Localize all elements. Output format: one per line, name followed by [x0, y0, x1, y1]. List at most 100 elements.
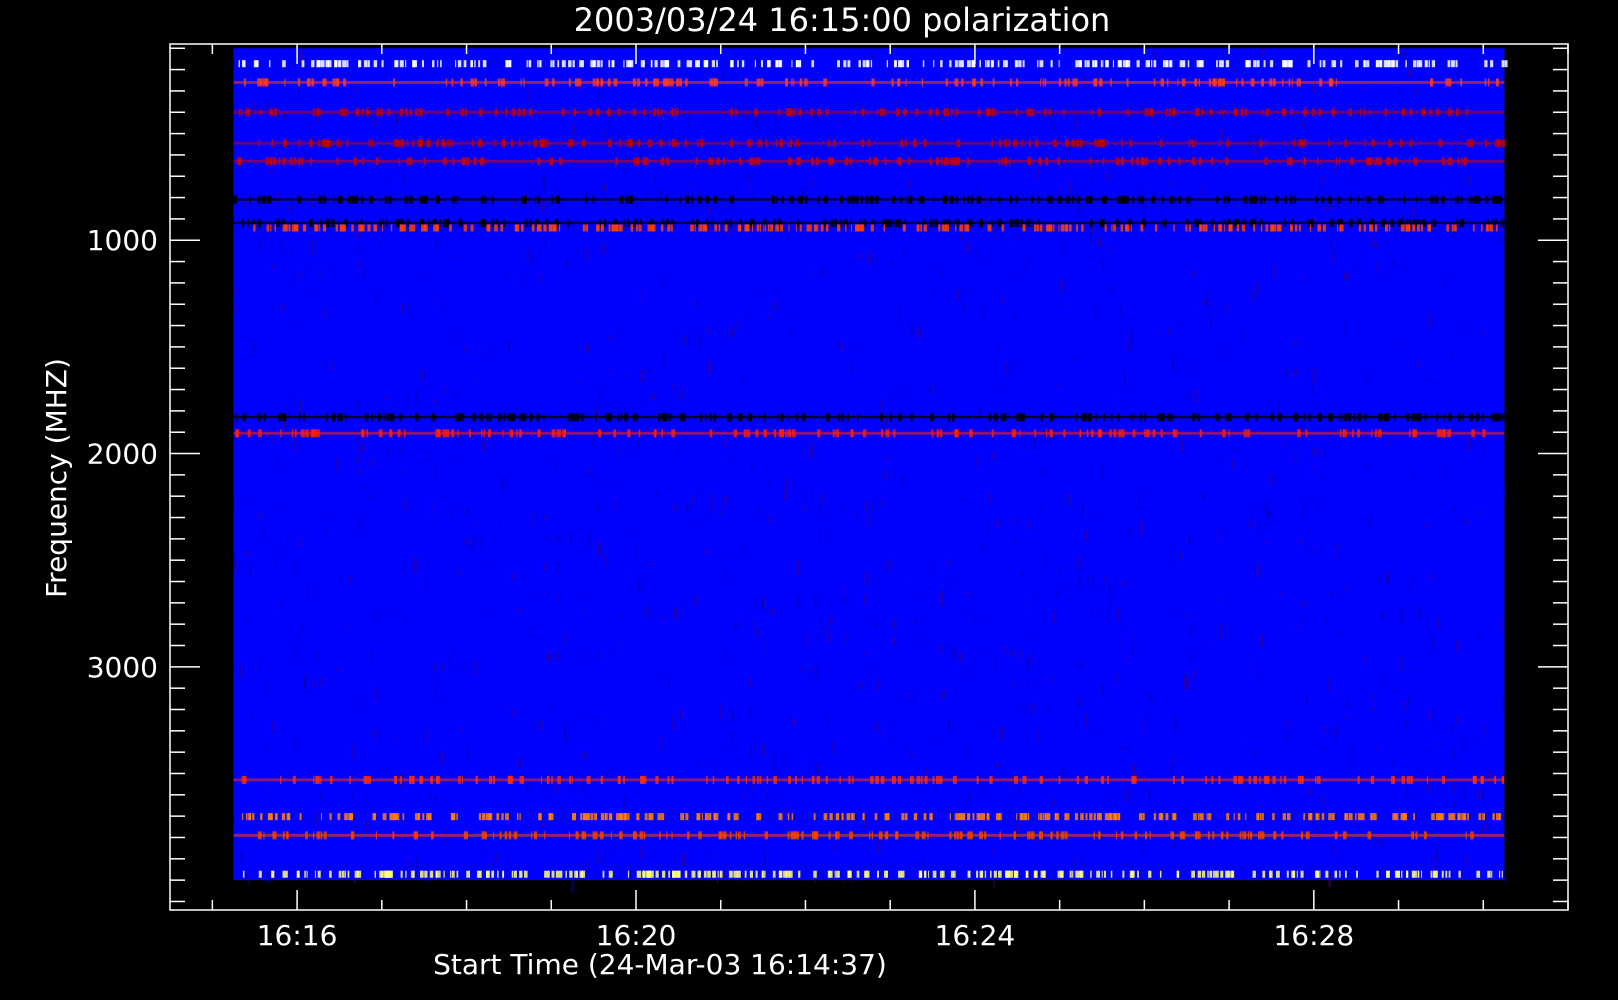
signal-mark: [1085, 813, 1088, 821]
signal-mark: [301, 60, 305, 68]
signal-mark: [621, 413, 623, 422]
noise-speck: [661, 277, 664, 290]
signal-mark: [436, 139, 439, 148]
signal-mark: [815, 224, 817, 232]
noise-speck: [806, 755, 808, 765]
noise-speck: [748, 786, 751, 794]
noise-speck: [1436, 844, 1439, 861]
signal-mark: [892, 195, 896, 204]
signal-mark: [861, 224, 865, 232]
noise-speck: [293, 643, 295, 660]
signal-mark: [1057, 157, 1060, 166]
signal-mark: [1412, 224, 1416, 232]
noise-speck: [270, 544, 273, 550]
signal-mark: [260, 813, 262, 821]
noise-speck: [247, 615, 249, 623]
signal-mark: [360, 195, 364, 204]
noise-speck: [992, 451, 995, 462]
noise-speck: [1331, 249, 1333, 264]
signal-mark: [368, 139, 370, 148]
signal-mark: [735, 831, 737, 840]
signal-mark: [760, 60, 764, 68]
signal-mark: [1473, 195, 1477, 204]
signal-mark: [526, 60, 528, 68]
signal-mark: [519, 429, 522, 438]
noise-speck: [1371, 694, 1374, 703]
signal-mark: [1176, 870, 1180, 878]
noise-speck: [351, 745, 354, 761]
noise-speck: [276, 556, 278, 570]
signal-mark: [695, 60, 699, 68]
signal-mark: [412, 870, 415, 878]
noise-speck: [877, 838, 881, 854]
signal-mark: [778, 870, 780, 878]
noise-speck: [670, 643, 673, 646]
noise-speck: [976, 454, 978, 470]
signal-mark: [568, 78, 571, 87]
signal-mark: [312, 429, 317, 438]
noise-speck: [335, 457, 338, 471]
signal-mark: [491, 219, 494, 228]
signal-mark: [1343, 413, 1346, 422]
signal-mark: [1212, 870, 1215, 878]
noise-speck: [1180, 438, 1184, 453]
noise-speck: [311, 193, 315, 209]
noise-speck: [281, 240, 284, 254]
signal-mark: [1065, 139, 1070, 148]
signal-mark: [696, 139, 699, 148]
signal-mark: [751, 224, 754, 232]
signal-mark: [1432, 219, 1436, 228]
signal-mark: [1149, 831, 1151, 840]
signal-mark: [766, 775, 769, 784]
signal-mark: [319, 224, 321, 232]
noise-speck: [694, 596, 697, 607]
signal-mark: [588, 108, 593, 117]
noise-speck: [327, 531, 330, 535]
noise-speck: [457, 569, 460, 575]
signal-mark: [428, 139, 430, 148]
noise-speck: [1074, 115, 1077, 131]
signal-mark: [258, 139, 260, 148]
signal-mark: [652, 224, 656, 232]
signal-mark: [305, 831, 308, 840]
noise-speck: [1055, 589, 1058, 597]
noise-speck: [549, 653, 552, 662]
signal-mark: [531, 831, 533, 840]
signal-mark: [577, 78, 582, 87]
noise-speck: [683, 334, 686, 346]
signal-mark: [1066, 195, 1070, 204]
signal-mark: [1218, 775, 1221, 784]
noise-speck: [435, 240, 439, 249]
signal-mark: [1162, 219, 1167, 228]
signal-mark: [960, 813, 963, 821]
signal-mark: [399, 60, 404, 68]
signal-mark: [386, 413, 389, 422]
signal-mark: [714, 224, 718, 232]
signal-mark: [324, 139, 328, 148]
signal-mark: [478, 813, 482, 821]
signal-mark: [746, 78, 748, 87]
noise-speck: [1300, 618, 1304, 623]
noise-speck: [618, 639, 620, 654]
signal-mark: [349, 775, 351, 784]
noise-speck: [577, 790, 580, 794]
noise-speck: [565, 258, 569, 268]
signal-mark: [670, 108, 675, 117]
signal-mark: [891, 775, 896, 784]
signal-mark: [694, 224, 696, 232]
signal-mark: [837, 813, 839, 821]
signal-mark: [1160, 78, 1165, 87]
signal-mark: [892, 219, 895, 228]
signal-mark: [1098, 831, 1100, 840]
noise-speck: [515, 274, 517, 288]
signal-mark: [329, 139, 332, 148]
signal-mark: [795, 139, 798, 148]
signal-mark: [511, 870, 514, 878]
signal-mark: [309, 139, 313, 148]
noise-speck: [1391, 687, 1394, 692]
signal-mark: [878, 831, 882, 840]
signal-mark: [547, 775, 550, 784]
noise-speck: [882, 864, 886, 867]
signal-mark: [989, 775, 993, 784]
noise-speck: [908, 179, 911, 190]
